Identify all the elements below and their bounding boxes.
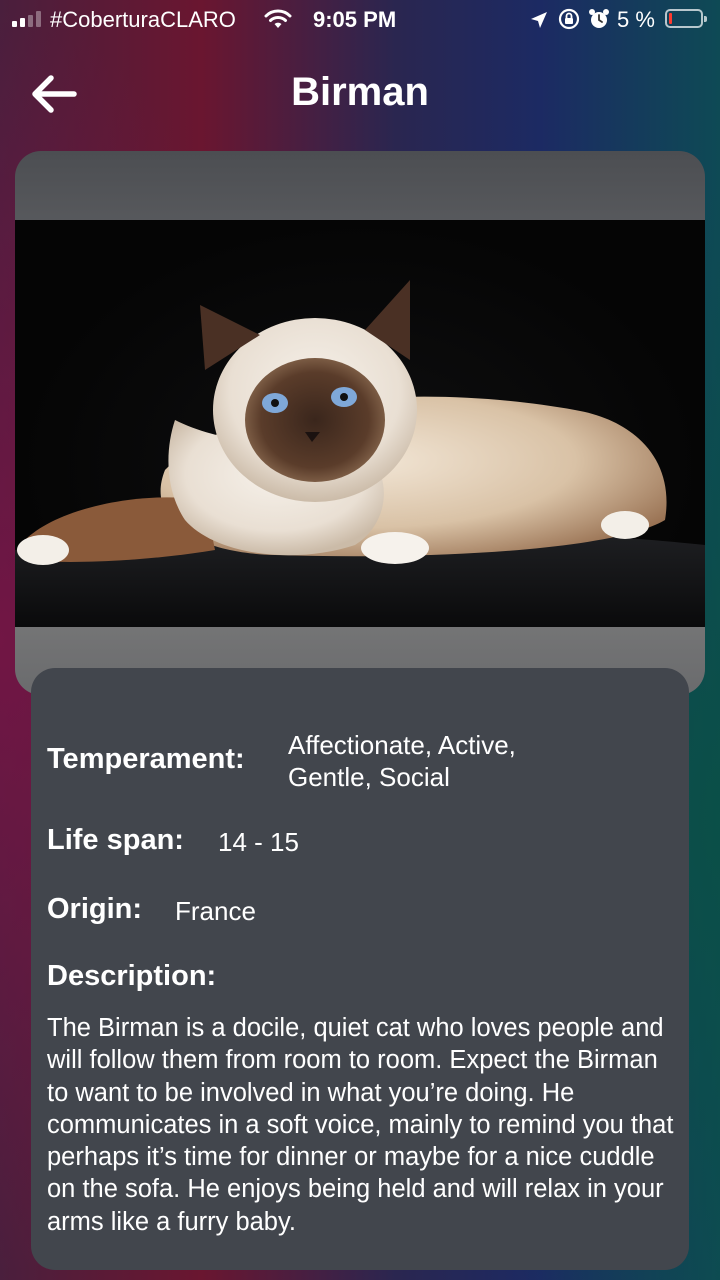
- cat-photo: [15, 220, 705, 627]
- wifi-icon: [264, 9, 292, 28]
- status-time: 9:05 PM: [313, 7, 397, 32]
- battery-percentage: 5 %: [617, 7, 655, 32]
- carrier-name: #CoberturaCLARO: [50, 7, 236, 32]
- page-title: Birman: [291, 70, 429, 114]
- location-arrow-icon: [531, 12, 547, 28]
- signal-icon: [12, 11, 41, 27]
- origin-label: Origin:: [47, 893, 143, 925]
- orientation-lock-icon: [558, 8, 580, 30]
- life-span-label: Life span:: [47, 824, 184, 856]
- battery-icon: [665, 9, 707, 28]
- description-label: Description:: [47, 960, 217, 992]
- life-span-value: 14 - 15: [218, 827, 299, 857]
- breed-image-card: [15, 151, 705, 695]
- temperament-value-line1: Affectionate, Active,: [288, 730, 516, 760]
- origin-value: France: [175, 896, 256, 926]
- alarm-icon: [589, 9, 609, 28]
- cat-illustration: [15, 280, 705, 627]
- breed-info-card: Temperament: Affectionate, Active, Gentl…: [31, 668, 689, 1270]
- temperament-value-line2: Gentle, Social: [288, 762, 450, 792]
- temperament-label: Temperament:: [47, 743, 245, 775]
- status-bar: #CoberturaCLARO 9:05 PM 5 %: [0, 0, 720, 40]
- description-text: The Birman is a docile, quiet cat who lo…: [47, 1014, 674, 1236]
